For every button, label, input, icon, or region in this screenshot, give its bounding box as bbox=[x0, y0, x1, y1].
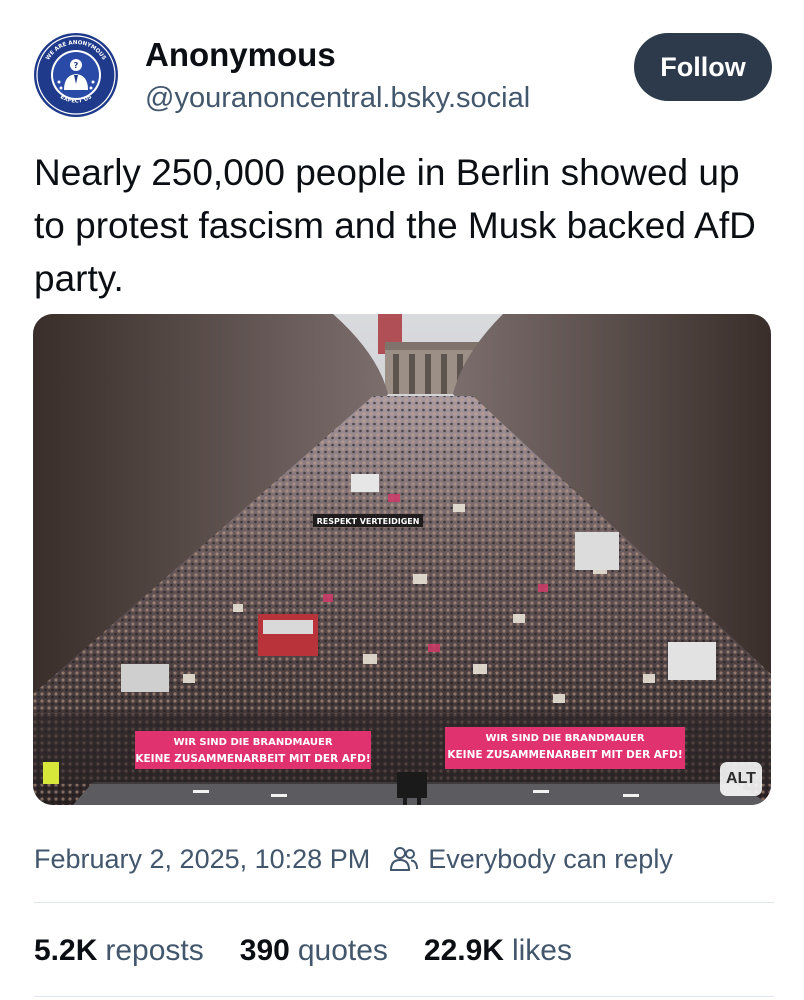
post-image[interactable]: RESPEKT VERTEIDIGEN WIR SIND DIE BRANDMA… bbox=[33, 314, 771, 805]
banner-left-line1: WIR SIND DIE BRANDMAUER bbox=[173, 737, 332, 748]
post-timestamp[interactable]: February 2, 2025, 10:28 PM bbox=[34, 844, 370, 875]
quotes-count: 390 bbox=[239, 934, 290, 967]
svg-text:?: ? bbox=[74, 61, 79, 70]
divider bbox=[34, 902, 774, 903]
reply-setting[interactable]: Everybody can reply bbox=[428, 844, 673, 875]
protest-photo: RESPEKT VERTEIDIGEN WIR SIND DIE BRANDMA… bbox=[33, 314, 771, 805]
people-icon bbox=[390, 847, 419, 871]
banner-right-line2: KEINE ZUSAMMENARBEIT MIT DER AFD! bbox=[447, 749, 682, 761]
anonymous-logo-icon: WE ARE ANONYMOUS EXPECT US ? bbox=[34, 33, 118, 117]
reposts-label: reposts bbox=[105, 934, 204, 967]
post-card: WE ARE ANONYMOUS EXPECT US ? Anonymous @… bbox=[0, 0, 804, 1000]
middle-sign-text: RESPEKT VERTEIDIGEN bbox=[317, 517, 420, 526]
banner-right-line1: WIR SIND DIE BRANDMAUER bbox=[485, 733, 644, 744]
likes-stat[interactable]: 22.9K likes bbox=[424, 934, 572, 968]
author-display-name[interactable]: Anonymous bbox=[145, 36, 336, 74]
post-meta: February 2, 2025, 10:28 PM Everybody can… bbox=[34, 838, 673, 880]
post-text: Nearly 250,000 people in Berlin showed u… bbox=[34, 152, 756, 299]
banner-left-line2: KEINE ZUSAMMENARBEIT MIT DER AFD! bbox=[135, 753, 370, 765]
likes-label: likes bbox=[511, 934, 572, 967]
quotes-label: quotes bbox=[297, 934, 388, 967]
likes-count: 22.9K bbox=[423, 934, 504, 967]
reposts-count: 5.2K bbox=[34, 934, 98, 967]
author-handle[interactable]: @youranoncentral.bsky.social bbox=[145, 82, 530, 115]
post-header: WE ARE ANONYMOUS EXPECT US ? Anonymous @… bbox=[33, 32, 773, 118]
avatar[interactable]: WE ARE ANONYMOUS EXPECT US ? bbox=[33, 32, 119, 118]
follow-button[interactable]: Follow bbox=[634, 33, 772, 101]
divider bbox=[34, 996, 774, 997]
alt-text-button[interactable]: ALT bbox=[720, 762, 762, 796]
engagement-stats: 5.2K reposts 390 quotes 22.9K likes bbox=[34, 928, 608, 974]
quotes-stat[interactable]: 390 quotes bbox=[240, 934, 388, 968]
reposts-stat[interactable]: 5.2K reposts bbox=[34, 934, 204, 968]
